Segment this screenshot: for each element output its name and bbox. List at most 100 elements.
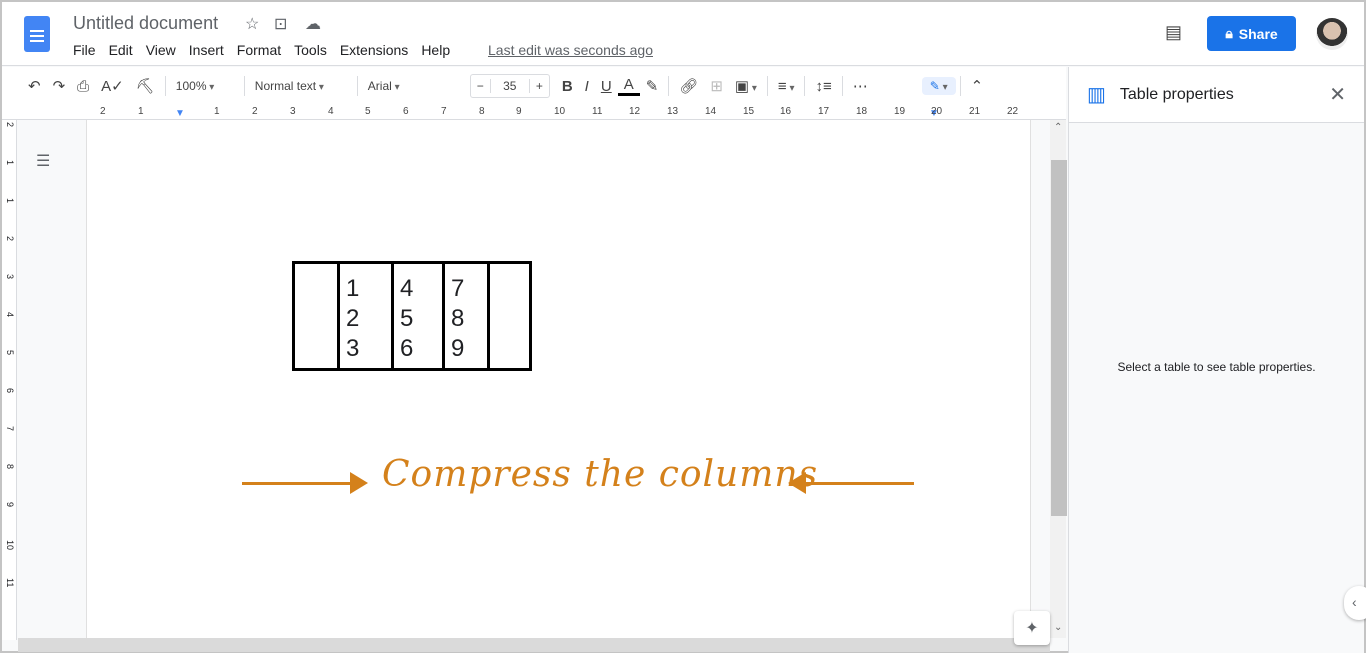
zoom-select[interactable]: 100% [170, 79, 240, 93]
cloud-saved-icon[interactable]: ☁ [305, 14, 321, 34]
spellcheck-icon[interactable]: A✓ [95, 77, 130, 95]
align-icon[interactable]: ≡ [772, 78, 801, 95]
table-cell[interactable]: 7 8 9 [442, 261, 490, 371]
redo-icon[interactable]: ↷ [47, 77, 72, 95]
ruler-number: 3 [5, 274, 15, 280]
menu-format[interactable]: Format [237, 42, 281, 58]
share-button[interactable]: 🔒︎ Share [1207, 16, 1296, 51]
ruler-number: 1 [138, 106, 144, 117]
move-folder-icon[interactable]: ⊡ [274, 14, 287, 34]
divider [841, 76, 843, 96]
insert-image-icon[interactable]: ▣ [729, 77, 763, 95]
font-size-stepper[interactable]: − 35 + [469, 74, 550, 98]
italic-button[interactable]: I [579, 78, 595, 95]
document-table[interactable]: 1 2 3 4 5 6 7 8 9 [292, 261, 532, 371]
scrollbar-thumb[interactable] [1051, 160, 1067, 516]
scroll-up-icon[interactable]: ⌃ [1054, 122, 1062, 133]
hide-menus-chevron-up-icon[interactable]: ⌃ [965, 77, 990, 95]
line-spacing-icon[interactable]: ↕≡ [809, 78, 837, 95]
menu-insert[interactable]: Insert [189, 42, 224, 58]
ruler-number: 7 [441, 106, 447, 117]
vertical-scrollbar[interactable]: ⌃ ⌄ [1050, 120, 1067, 638]
explore-icon[interactable]: ✦ [1014, 611, 1050, 645]
comments-icon[interactable]: ▤ [1165, 22, 1182, 43]
ruler-number: 17 [818, 106, 830, 117]
ruler-number: 4 [328, 106, 334, 117]
more-button[interactable]: ⋯ [847, 77, 874, 95]
table-cell[interactable]: 4 5 6 [391, 261, 445, 371]
menu-help[interactable]: Help [421, 42, 450, 58]
annotation: Compress the columns [242, 454, 914, 514]
divider [766, 76, 768, 96]
star-icon[interactable]: ☆ [245, 14, 259, 34]
bold-button[interactable]: B [556, 78, 579, 95]
underline-button[interactable]: U [595, 78, 618, 95]
ruler-number: 10 [5, 540, 15, 551]
print-icon[interactable]: ⎙ [71, 78, 95, 95]
increase-font-size-button[interactable]: + [530, 79, 549, 93]
style-select[interactable]: Normal text [249, 79, 353, 93]
ruler-number: 5 [5, 350, 15, 356]
font-select[interactable]: Arial [362, 79, 470, 93]
highlight-icon[interactable]: ✎ [640, 77, 665, 95]
table-cell[interactable]: 1 2 3 [337, 261, 394, 371]
ruler-number: 21 [969, 106, 981, 117]
scroll-down-icon[interactable]: ⌄ [1054, 622, 1062, 633]
divider [668, 76, 670, 96]
horizontal-scrollbar[interactable] [18, 638, 1050, 652]
ruler-number: 16 [780, 106, 792, 117]
menu-file[interactable]: File [73, 42, 96, 58]
ruler-number: 15 [743, 106, 755, 117]
panel-message: Select a table to see table properties. [1117, 360, 1316, 374]
add-comment-icon[interactable]: ⊞ [704, 77, 729, 95]
horizontal-ruler[interactable]: ▼ ▼ 2 1 1 2 3 4 5 6 7 8 9 10 11 12 13 14 15 16 17 18 19 20 21 2… [2, 105, 1066, 120]
table-cell[interactable] [292, 261, 340, 371]
left-arrow-icon [788, 472, 914, 494]
right-arrow-icon [242, 472, 368, 494]
decrease-font-size-button[interactable]: − [471, 79, 490, 93]
ruler-number: 5 [365, 106, 371, 117]
divider [164, 76, 166, 96]
docs-logo-icon[interactable] [24, 16, 50, 52]
table-cell[interactable] [487, 261, 532, 371]
annotation-text: Compress the columns [382, 454, 819, 495]
document-outline-icon[interactable]: ☰ [36, 151, 50, 171]
last-edit-link[interactable]: Last edit was seconds ago [488, 42, 653, 58]
collapse-side-panel-chevron-icon[interactable]: ‹ [1344, 586, 1366, 620]
paint-format-icon[interactable]: ⛏ [130, 77, 161, 95]
ruler-number: 20 [931, 106, 943, 117]
menu-bar: File Edit View Insert Format Tools Exten… [73, 42, 463, 58]
ruler-number: 11 [5, 578, 15, 588]
ruler-number: 1 [5, 198, 15, 204]
avatar[interactable] [1316, 18, 1348, 50]
table-properties-panel: ▥ Table properties ✕ Select a table to s… [1068, 67, 1364, 653]
editing-mode-icon[interactable]: ✎ [921, 77, 956, 95]
text-color-button[interactable]: A [617, 76, 640, 96]
menu-edit[interactable]: Edit [109, 42, 133, 58]
ruler-number: 11 [592, 106, 603, 117]
ruler-number: 2 [252, 106, 258, 117]
document-title[interactable]: Untitled document [73, 13, 218, 34]
divider [356, 76, 358, 96]
close-icon[interactable]: ✕ [1329, 82, 1346, 107]
link-icon[interactable]: 🔗︎ [673, 77, 704, 95]
ruler-number: 8 [5, 464, 15, 470]
ruler-number: 9 [516, 106, 522, 117]
vertical-ruler[interactable]: 2 1 1 2 3 4 5 6 7 8 9 10 11 [2, 120, 17, 640]
ruler-number: 7 [5, 426, 15, 432]
divider [804, 76, 806, 96]
menu-tools[interactable]: Tools [294, 42, 327, 58]
ruler-number: 6 [403, 106, 409, 117]
document-page[interactable] [86, 120, 1031, 638]
left-indent-marker-icon[interactable]: ▼ [175, 108, 185, 119]
divider [243, 76, 245, 96]
menu-view[interactable]: View [146, 42, 176, 58]
ruler-number: 22 [1007, 106, 1019, 117]
undo-icon[interactable]: ↶ [22, 77, 47, 95]
toolbar: ↶ ↷ ⎙ A✓ ⛏ 100% Normal text Arial − 35 +… [2, 67, 1066, 105]
font-size-input[interactable]: 35 [489, 79, 530, 93]
ruler-number: 13 [667, 106, 679, 117]
ruler-number: 9 [5, 502, 15, 508]
menu-extensions[interactable]: Extensions [340, 42, 408, 58]
header: Untitled document ☆ ⊡ ☁ File Edit View I… [2, 2, 1364, 66]
